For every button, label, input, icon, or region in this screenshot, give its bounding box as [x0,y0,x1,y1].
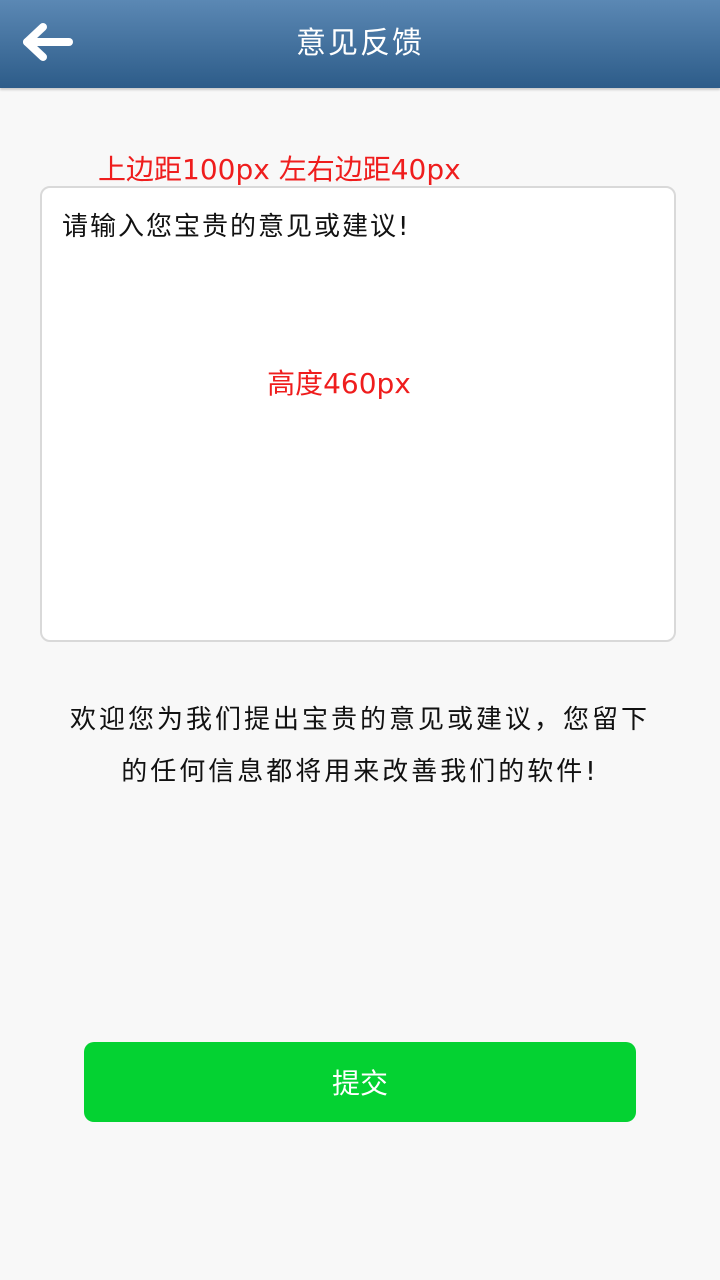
feedback-input[interactable]: 请输入您宝贵的意见或建议! [40,186,676,642]
feedback-message: 欢迎您为我们提出宝贵的意见或建议，您留下 的任何信息都将用来改善我们的软件! [40,694,680,798]
app-header: 意见反馈 [0,0,720,88]
message-line-2: 的任何信息都将用来改善我们的软件! [121,757,599,787]
height-annotation: 高度460px [267,367,411,400]
page-title: 意见反馈 [296,26,424,61]
submit-button[interactable]: 提交 [84,1042,636,1122]
margin-annotation: 上边距100px 左右边距40px [98,153,461,186]
feedback-placeholder: 请输入您宝贵的意见或建议! [62,212,411,242]
message-line-1: 欢迎您为我们提出宝贵的意见或建议，您留下 [69,705,650,735]
